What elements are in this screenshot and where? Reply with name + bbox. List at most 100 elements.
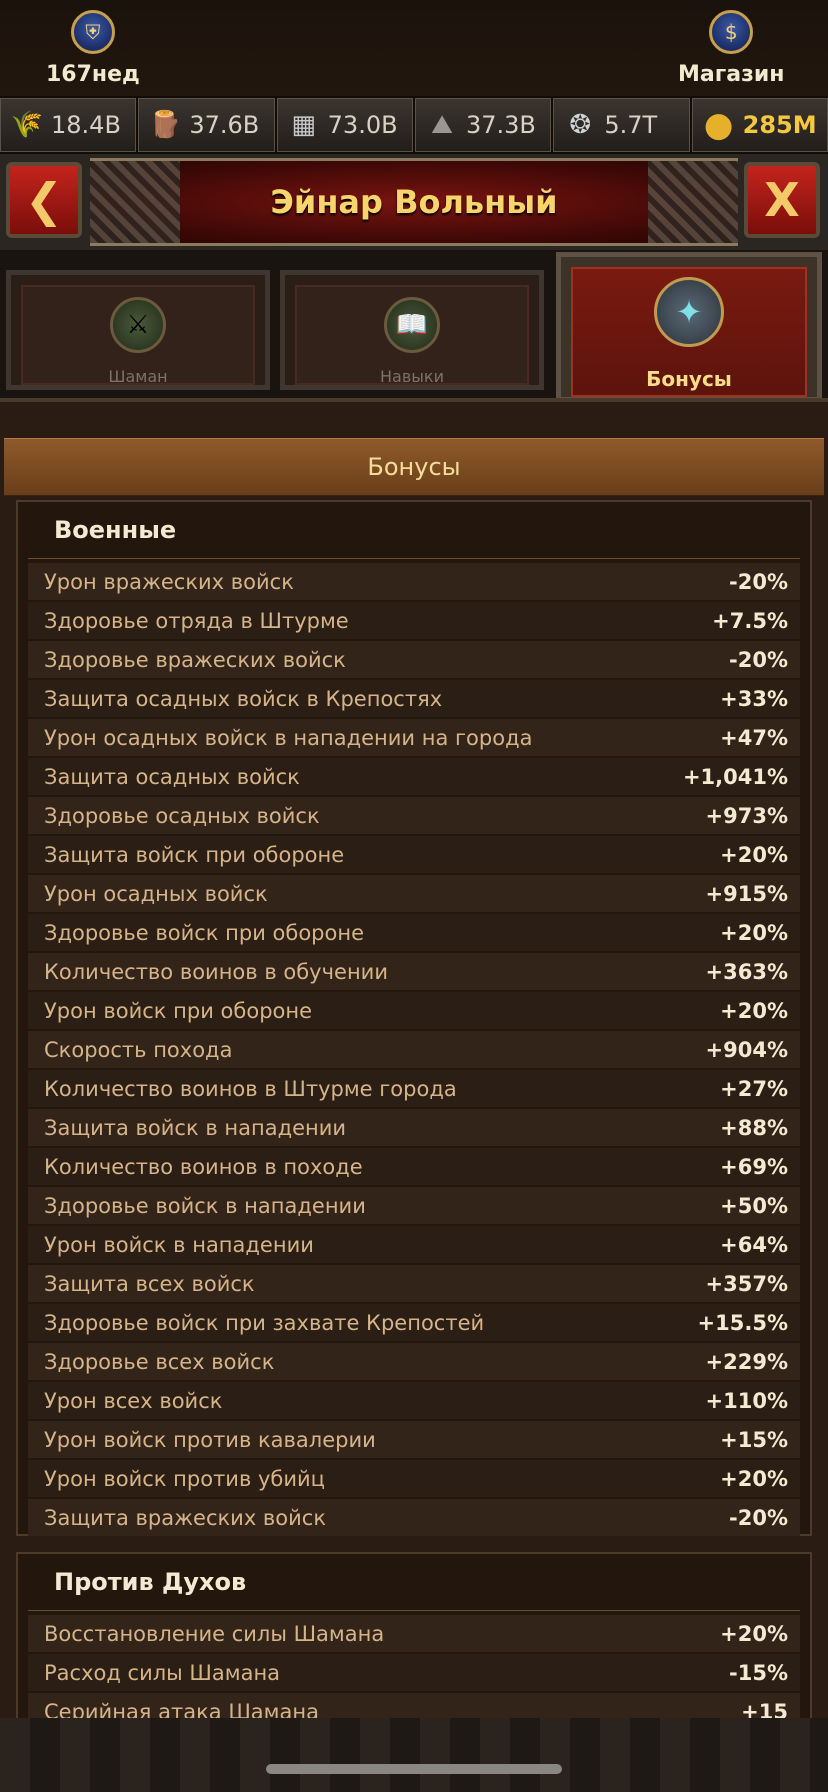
bonus-name: Здоровье отряда в Штурме — [44, 608, 349, 633]
bonus-value: +33% — [720, 686, 788, 711]
tab-bar: ⚔ Шаман 📖 Навыки ✦ Бонусы — [0, 250, 828, 402]
resource-silver[interactable]: ❂ 5.7T — [553, 98, 690, 152]
tab-label: Навыки — [380, 367, 444, 386]
home-indicator[interactable] — [266, 1764, 562, 1774]
bonus-value: +27% — [720, 1076, 788, 1101]
tab-skills[interactable]: 📖 Навыки — [280, 270, 544, 390]
section-header: Бонусы — [4, 438, 824, 496]
bonus-name: Восстановление силы Шамана — [44, 1621, 385, 1646]
bonus-name: Здоровье войск в нападении — [44, 1193, 366, 1218]
group-spirits: Против Духов Восстановление силы Шамана +… — [16, 1552, 812, 1722]
bonus-name: Здоровье вражеских войск — [44, 647, 346, 672]
bonus-name: Урон войск против кавалерии — [44, 1427, 376, 1452]
bonus-row: Защита вражеских войск -20% — [28, 1499, 800, 1536]
bonus-row: Скорость похода +904% — [28, 1031, 800, 1068]
book-icon: 📖 — [384, 297, 440, 353]
shop-button[interactable]: $ Магазин — [678, 10, 784, 87]
bonus-row: Защита войск в нападении +88% — [28, 1109, 800, 1146]
resource-wood[interactable]: 🪵 37.6B — [138, 98, 275, 152]
bonus-name: Защита осадных войск в Крепостях — [44, 686, 443, 711]
bonus-row: Урон вражеских войск -20% — [28, 563, 800, 600]
bonus-row: Урон войск в нападении +64% — [28, 1226, 800, 1263]
tab-label: Бонусы — [646, 367, 732, 391]
bonus-name: Урон осадных войск в нападении на города — [44, 725, 533, 750]
bonus-name: Урон войск при обороне — [44, 998, 313, 1023]
bonus-row: Урон осадных войск +915% — [28, 875, 800, 912]
resource-value: 73.0B — [327, 111, 398, 139]
bonus-row: Урон войск при обороне +20% — [28, 992, 800, 1029]
bonus-row: Здоровье войск при обороне +20% — [28, 914, 800, 951]
title-banner: Эйнар Вольный — [90, 158, 738, 246]
bonus-value: +15% — [720, 1427, 788, 1452]
bonus-row: Здоровье войск в нападении +50% — [28, 1187, 800, 1224]
bonus-value: +7.5% — [712, 608, 788, 633]
alliance-button[interactable]: ⛨ 167нед — [46, 10, 140, 87]
resource-stone[interactable]: ⛰ 37.3B — [414, 98, 552, 152]
bonus-row: Восстановление силы Шамана +20% — [28, 1615, 800, 1652]
group-military: Военные Урон вражеских войск -20% Здоровье… — [16, 500, 812, 1536]
resource-iron[interactable]: ▦ 73.0B — [276, 98, 413, 152]
bonus-name: Скорость похода — [44, 1037, 233, 1062]
tab-label: Шаман — [108, 367, 168, 386]
resource-bar: 🌾 18.4B 🪵 37.6B ▦ 73.0B ⛰ 37.3B ❂ 5.7T ●… — [0, 96, 828, 154]
group-title: Против Духов — [28, 1554, 800, 1611]
bonus-name: Урон осадных войск — [44, 881, 268, 906]
shop-label: Магазин — [678, 62, 785, 87]
bonus-value: +50% — [720, 1193, 788, 1218]
tab-shaman[interactable]: ⚔ Шаман — [6, 270, 270, 390]
bonus-row: Здоровье всех войск +229% — [28, 1343, 800, 1380]
iron-icon: ▦ — [291, 110, 316, 140]
bonus-list[interactable]: Урон вражеских войск -20% Здоровье отряда … — [18, 559, 810, 1536]
bonus-row: Защита осадных войск +1,041% — [28, 758, 800, 795]
bonus-value: -15% — [729, 1660, 788, 1685]
tab-bonuses[interactable]: ✦ Бонусы — [556, 252, 822, 402]
bonus-value: +229% — [705, 1349, 788, 1374]
back-button[interactable]: ❮ — [6, 162, 82, 238]
bonus-value: -20% — [729, 1505, 788, 1530]
bonus-value: +110% — [705, 1388, 788, 1413]
rune-stone-icon: ✦ — [654, 277, 724, 347]
bonus-row: Урон войск против кавалерии +15% — [28, 1421, 800, 1458]
top-bar: ⛨ 167нед $ Магазин — [0, 0, 828, 96]
bonus-name: Урон всех войск — [44, 1388, 223, 1413]
bonus-name: Количество воинов в походе — [44, 1154, 363, 1179]
bonus-row: Расход силы Шамана -15% — [28, 1654, 800, 1691]
wheat-icon: 🌾 — [10, 110, 44, 140]
bonus-row: Количество воинов в походе +69% — [28, 1148, 800, 1185]
bonus-row: Защита осадных войск в Крепостях +33% — [28, 680, 800, 717]
close-icon: X — [764, 173, 800, 227]
shop-coin-icon: $ — [709, 10, 754, 54]
bonus-row: Защита войск при обороне +20% — [28, 836, 800, 873]
bonus-value: +20% — [720, 1466, 788, 1491]
stone-icon: ⛰ — [431, 109, 453, 140]
bonuses-panel: Бонусы Военные Урон вражеских войск -20% З… — [0, 398, 828, 1722]
bonus-name: Расход силы Шамана — [44, 1660, 281, 1685]
bonus-row: Количество воинов в обучении +363% — [28, 953, 800, 990]
bonus-row: Защита всех войск +357% — [28, 1265, 800, 1302]
close-button[interactable]: X — [744, 162, 820, 238]
shaman-icon: ⚔ — [110, 297, 166, 353]
bonus-value: +915% — [705, 881, 788, 906]
bonus-value: +15.5% — [697, 1310, 788, 1335]
title-bar: Эйнар Вольный ❮ X — [0, 154, 828, 250]
alliance-label: 167нед — [46, 62, 140, 87]
bonus-value: +357% — [705, 1271, 788, 1296]
resource-value: 18.4B — [51, 111, 121, 139]
bonus-row: Урон осадных войск в нападении на города… — [28, 719, 800, 756]
bonus-value: +363% — [705, 959, 788, 984]
bonus-value: +20% — [720, 920, 788, 945]
bonus-value: +64% — [720, 1232, 788, 1257]
resource-wheat[interactable]: 🌾 18.4B — [0, 98, 137, 152]
bonus-name: Здоровье войск при обороне — [44, 920, 364, 945]
resource-value: 285M — [742, 111, 817, 139]
resource-gold[interactable]: ● 285M — [691, 98, 828, 152]
bonus-row: Здоровье вражеских войск -20% — [28, 641, 800, 678]
bonus-name: Защита осадных войск — [44, 764, 300, 789]
bonus-value: +47% — [720, 725, 788, 750]
bonus-row: Здоровье отряда в Штурме +7.5% — [28, 602, 800, 639]
bonus-row: Здоровье осадных войск +973% — [28, 797, 800, 834]
bonus-name: Количество воинов в обучении — [44, 959, 388, 984]
bonus-list[interactable]: Восстановление силы Шамана +20% Расход сил… — [18, 1611, 810, 1720]
group-title: Военные — [28, 502, 800, 559]
bonus-name: Урон вражеских войск — [44, 569, 294, 594]
